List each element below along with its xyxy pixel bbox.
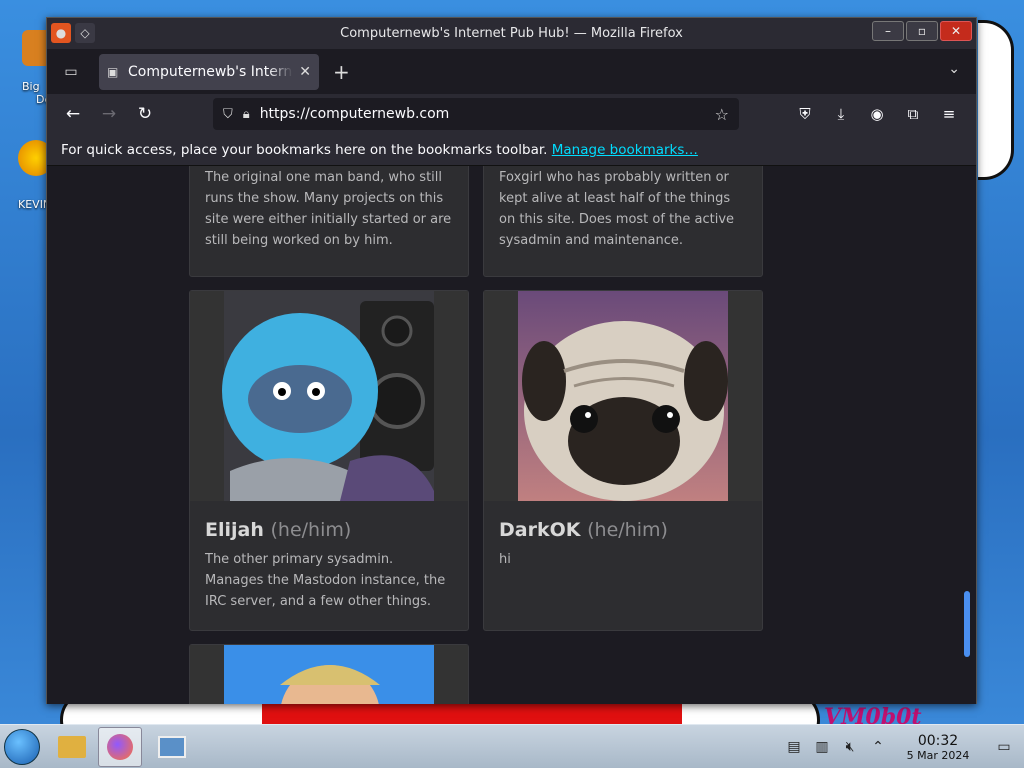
clock-time: 00:32 bbox=[917, 732, 959, 749]
card-description: The other primary sysadmin. Manages the … bbox=[205, 552, 446, 609]
avatar bbox=[484, 291, 762, 501]
close-button[interactable]: ✕ bbox=[940, 21, 972, 41]
manage-bookmarks-link[interactable]: Manage bookmarks… bbox=[552, 142, 698, 158]
arrow-left-icon: ← bbox=[65, 104, 81, 124]
member-name: Elijah bbox=[205, 519, 264, 541]
taskbar-firefox[interactable] bbox=[98, 727, 142, 767]
reload-button[interactable]: ↻ bbox=[127, 98, 163, 130]
firefox-view-button[interactable]: ▭ bbox=[57, 58, 85, 86]
maximize-button[interactable]: ▫ bbox=[906, 21, 938, 41]
elijah-avatar-image bbox=[222, 291, 434, 501]
firefox-window: ● ◇ Computernewb's Internet Pub Hub! — M… bbox=[46, 17, 977, 704]
bookmarks-toolbar: For quick access, place your bookmarks h… bbox=[47, 134, 976, 166]
bookmarks-message: For quick access, place your bookmarks h… bbox=[61, 142, 548, 158]
downloads-button[interactable]: ⤓ bbox=[826, 98, 856, 130]
team-card: The original one man band, who still run… bbox=[189, 166, 469, 277]
wallpaper-bubble bbox=[978, 20, 1014, 180]
chevron-up-icon[interactable]: ⌃ bbox=[864, 739, 892, 755]
avatar bbox=[190, 291, 468, 501]
site-favicon-icon: ▣ bbox=[107, 64, 119, 79]
card-name: Elijah (he/him) bbox=[190, 501, 468, 541]
reload-icon: ↻ bbox=[137, 104, 153, 124]
star-icon[interactable]: ☆ bbox=[715, 105, 729, 124]
folder-icon bbox=[58, 736, 86, 758]
volume-muted-icon[interactable]: 🔇︎ bbox=[836, 739, 864, 755]
wallpaper-text: VM0b0t bbox=[824, 704, 922, 724]
team-card bbox=[189, 644, 469, 704]
member-name: DarkOK bbox=[499, 519, 581, 541]
shield-icon[interactable]: ⛉ bbox=[223, 107, 233, 122]
taskbar: ▤ ▥ 🔇︎ ⌃ 00:32 5 Mar 2024 ▭ bbox=[0, 724, 1024, 768]
arrow-right-icon: → bbox=[101, 104, 117, 124]
url-bar[interactable]: ⛉ 🔒︎ https://computernewb.com ☆ bbox=[213, 98, 739, 130]
back-button[interactable]: ← bbox=[55, 98, 91, 130]
member-pronouns: (he/him) bbox=[587, 519, 668, 541]
chevron-down-icon: ⌄ bbox=[948, 61, 960, 77]
monitor-icon bbox=[158, 736, 186, 758]
card-description: The original one man band, who still run… bbox=[205, 170, 452, 248]
taskbar-file-manager[interactable] bbox=[50, 727, 94, 767]
firefox-icon bbox=[107, 734, 133, 760]
card-description: hi bbox=[499, 552, 511, 567]
avatar bbox=[190, 645, 468, 704]
team-card-darkok: DarkOK (he/him) hi bbox=[483, 290, 763, 631]
tab-computernewb[interactable]: ▣ Computernewb's Internet Pub Hub! ✕ bbox=[99, 53, 319, 90]
team-card: Foxgirl who has probably written or kept… bbox=[483, 166, 763, 277]
pocket-icon: ⛨ bbox=[799, 105, 811, 123]
list-all-tabs-button[interactable]: ⌄ bbox=[948, 61, 960, 77]
darkok-avatar-image bbox=[518, 291, 728, 501]
start-button[interactable] bbox=[4, 729, 40, 765]
notes-icon[interactable]: ▤ bbox=[780, 739, 808, 755]
account-button[interactable]: ◉ bbox=[862, 98, 892, 130]
page-content: The original one man band, who still run… bbox=[47, 166, 976, 704]
clock-date: 5 Mar 2024 bbox=[906, 748, 970, 762]
pocket-button[interactable]: ⛨ bbox=[790, 98, 820, 130]
taskbar-remote-desktop[interactable] bbox=[150, 727, 194, 767]
member-pronouns: (he/him) bbox=[270, 519, 352, 541]
menu-button[interactable]: ≡ bbox=[934, 98, 964, 130]
account-icon: ◉ bbox=[870, 105, 884, 123]
page-scrollbar[interactable] bbox=[964, 591, 970, 657]
hamburger-icon: ≡ bbox=[942, 105, 956, 123]
download-icon: ⤓ bbox=[837, 105, 845, 123]
plus-icon: + bbox=[333, 59, 350, 84]
show-desktop-icon[interactable]: ▭ bbox=[984, 739, 1024, 755]
system-tray: ▤ ▥ 🔇︎ ⌃ 00:32 5 Mar 2024 ▭ bbox=[780, 725, 1024, 768]
lock-icon[interactable]: 🔒︎ bbox=[243, 107, 250, 122]
card-description: Foxgirl who has probably written or kept… bbox=[499, 170, 735, 248]
maximize-icon: ▫ bbox=[917, 24, 927, 38]
member-avatar-image bbox=[224, 645, 434, 704]
tabs-icon: ▭ bbox=[64, 63, 78, 80]
tab-label: Computernewb's Internet Pub Hub! bbox=[128, 63, 293, 80]
close-icon: ✕ bbox=[950, 24, 962, 38]
team-card-elijah: Elijah (he/him) The other primary sysadm… bbox=[189, 290, 469, 631]
minimize-icon: – bbox=[885, 24, 891, 38]
clipboard-icon[interactable]: ▥ bbox=[808, 739, 836, 755]
title-bar[interactable]: ● ◇ Computernewb's Internet Pub Hub! — M… bbox=[47, 18, 976, 49]
forward-button[interactable]: → bbox=[91, 98, 127, 130]
puzzle-icon: ⧉ bbox=[907, 105, 919, 123]
navigation-toolbar: ← → ↻ ⛉ 🔒︎ https://computernewb.com ☆ ⛨ … bbox=[47, 94, 976, 134]
window-title: Computernewb's Internet Pub Hub! — Mozil… bbox=[340, 26, 683, 41]
card-name: DarkOK (he/him) bbox=[484, 501, 762, 541]
tab-close-icon[interactable]: ✕ bbox=[299, 64, 311, 80]
extensions-button[interactable]: ⧉ bbox=[898, 98, 928, 130]
tab-strip: ▭ ▣ Computernewb's Internet Pub Hub! ✕ +… bbox=[47, 49, 976, 94]
url-text[interactable]: https://computernewb.com bbox=[260, 106, 450, 122]
minimize-button[interactable]: – bbox=[872, 21, 904, 41]
new-tab-button[interactable]: + bbox=[333, 60, 350, 84]
clock[interactable]: 00:32 5 Mar 2024 bbox=[892, 733, 984, 762]
